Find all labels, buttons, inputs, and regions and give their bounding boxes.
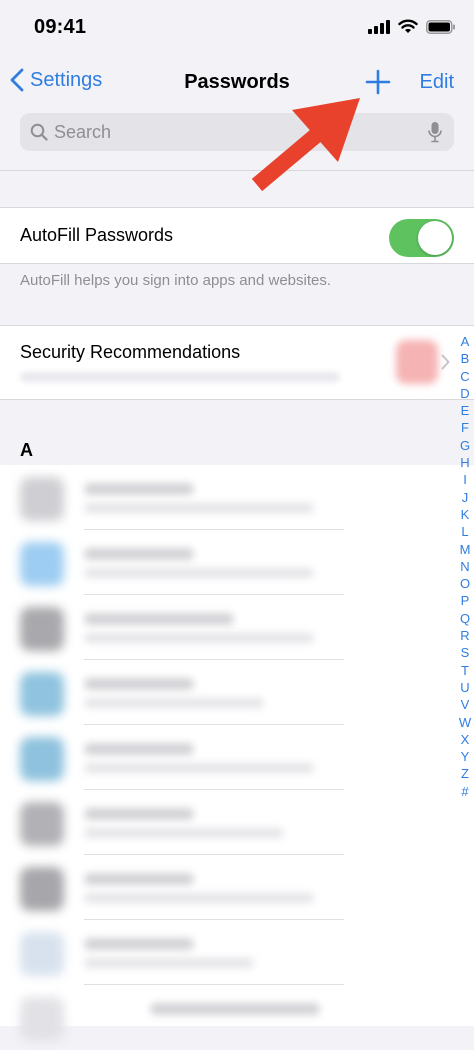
search-placeholder: Search [54, 122, 112, 142]
list-item[interactable] [0, 660, 474, 725]
section-index-letter[interactable]: # [456, 783, 474, 800]
list-item[interactable] [0, 725, 474, 790]
list-item-title-redacted [84, 678, 194, 690]
list-item-subtitle-redacted [84, 503, 314, 513]
navigation-bar: Settings Passwords Edit [0, 56, 474, 112]
site-icon [20, 932, 64, 976]
status-time: 09:41 [34, 16, 87, 38]
security-subtitle-redacted [20, 372, 340, 382]
status-bar: 09:41 [0, 0, 474, 56]
microphone-icon[interactable] [428, 121, 442, 143]
list-item[interactable] [0, 465, 474, 530]
section-index-letter[interactable]: O [456, 575, 474, 592]
list-item[interactable] [0, 855, 474, 920]
section-index-letter[interactable]: F [456, 419, 474, 436]
section-index-letter[interactable]: J [456, 489, 474, 506]
section-index-letter[interactable]: A [456, 333, 474, 350]
section-index-letter[interactable]: V [456, 696, 474, 713]
cellular-signal-icon [368, 19, 390, 34]
section-index-letter[interactable]: L [456, 523, 474, 540]
search-field[interactable]: Search [20, 113, 454, 151]
list-item-title-redacted [150, 1003, 320, 1015]
search-icon [30, 123, 48, 141]
section-index-letter[interactable]: Q [456, 610, 474, 627]
autofill-footnote: AutoFill helps you sign into apps and we… [20, 272, 332, 289]
autofill-toggle[interactable] [389, 219, 454, 257]
section-index-letter[interactable]: X [456, 731, 474, 748]
list-item-title-redacted [84, 938, 194, 950]
header-divider [0, 170, 474, 171]
battery-icon [426, 19, 455, 34]
page-title: Passwords [184, 71, 290, 93]
section-header: A [20, 440, 33, 460]
status-icons [368, 19, 456, 34]
section-index-letter[interactable]: C [456, 368, 474, 385]
section-index-letter[interactable]: G [456, 437, 474, 454]
autofill-row: AutoFill Passwords [0, 207, 474, 264]
section-index-letter[interactable]: Z [456, 765, 474, 782]
list-item-subtitle-redacted [84, 893, 314, 903]
site-icon [20, 672, 64, 716]
section-index-letter[interactable]: H [456, 454, 474, 471]
security-badge [396, 340, 438, 384]
section-index-letter[interactable]: D [456, 385, 474, 402]
wifi-icon [398, 19, 418, 33]
section-index-letter[interactable]: B [456, 350, 474, 367]
section-index-letter[interactable]: S [456, 644, 474, 661]
section-index-letter[interactable]: E [456, 402, 474, 419]
site-icon [20, 477, 64, 521]
list-item-title-redacted [84, 483, 194, 495]
security-label: Security Recommendations [20, 342, 241, 362]
list-item-subtitle-redacted [84, 698, 264, 708]
list-item[interactable] [0, 595, 474, 660]
chevron-right-icon [441, 354, 450, 370]
section-index-letter[interactable]: N [456, 558, 474, 575]
security-recommendations-row[interactable]: Security Recommendations [0, 325, 474, 400]
edit-button[interactable]: Edit [420, 71, 454, 94]
section-index-letter[interactable]: I [456, 471, 474, 488]
list-item[interactable] [0, 920, 474, 985]
list-item[interactable] [0, 790, 474, 855]
list-item-subtitle-redacted [84, 958, 254, 968]
list-item-title-redacted [84, 743, 194, 755]
section-index-letter[interactable]: U [456, 679, 474, 696]
password-list [0, 465, 474, 1041]
site-icon [20, 607, 64, 651]
list-item-title-redacted [84, 808, 194, 820]
section-index-letter[interactable]: P [456, 592, 474, 609]
list-item-title-redacted [84, 548, 194, 560]
section-index-letter[interactable]: R [456, 627, 474, 644]
site-icon [20, 802, 64, 846]
site-icon [20, 867, 64, 911]
toggle-knob [418, 221, 452, 255]
section-index-letter[interactable]: K [456, 506, 474, 523]
annotation-arrow-icon [251, 98, 360, 192]
section-index-letter[interactable]: M [456, 541, 474, 558]
autofill-label: AutoFill Passwords [20, 225, 174, 245]
section-index-letter[interactable]: T [456, 662, 474, 679]
site-icon [20, 997, 64, 1041]
list-item-title-redacted [84, 613, 234, 625]
list-item-title-redacted [84, 873, 194, 885]
list-item[interactable] [0, 530, 474, 595]
site-icon [20, 542, 64, 586]
list-item-subtitle-redacted [84, 633, 314, 643]
section-index-letter[interactable]: W [456, 714, 474, 731]
list-item-subtitle-redacted [84, 828, 284, 838]
section-index-letter[interactable]: Y [456, 748, 474, 765]
list-item[interactable] [0, 985, 474, 1050]
list-item-subtitle-redacted [84, 568, 314, 578]
section-index[interactable]: A B C D E F G H I J K L M N O P Q R S T U V W X Y Z # [456, 333, 474, 800]
list-item-subtitle-redacted [84, 763, 314, 773]
site-icon [20, 737, 64, 781]
